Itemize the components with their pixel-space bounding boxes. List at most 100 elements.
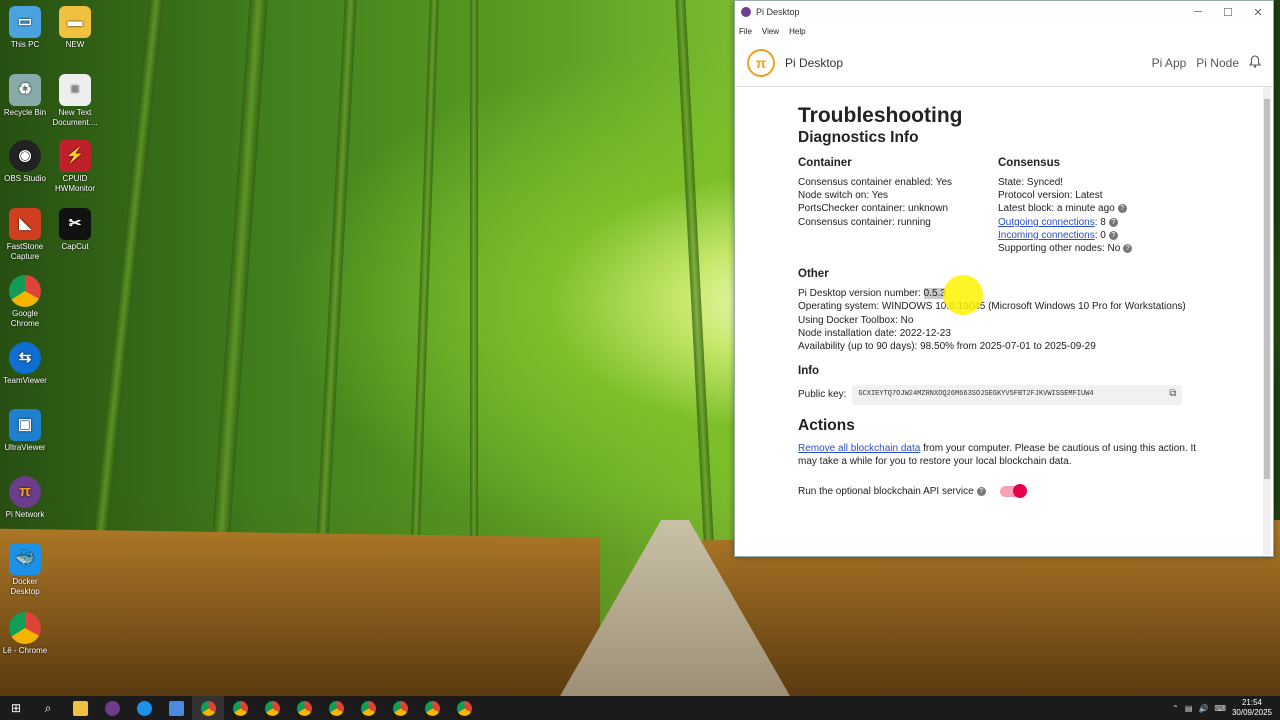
desktop-icon-teamviewer[interactable]: ⇆ TeamViewer (0, 342, 52, 386)
clock-date: 30/09/2025 (1231, 708, 1272, 717)
info-section: Info Public key: GCXIEYTQ7OJW24MZRNXOQ26… (798, 365, 1198, 405)
desktop-icon-this-pc[interactable]: ▭ This PC (0, 6, 52, 50)
obs-icon: ◉ (9, 140, 41, 172)
taskbar-pi-network-icon[interactable] (96, 696, 128, 720)
public-key-field[interactable]: GCXIEYTQ7OJW24MZRNXOQ26M663SOJSEGKYV5FBT… (852, 384, 1183, 405)
nav-pi-app[interactable]: Pi App (1152, 56, 1187, 70)
remove-blockchain-data-link[interactable]: Remove all blockchain data (798, 443, 920, 454)
help-icon[interactable]: ? (1108, 230, 1118, 240)
api-service-toggle[interactable] (1000, 483, 1028, 498)
tray-chevron-up-icon[interactable]: ⌃ (1172, 704, 1179, 713)
hwmonitor-icon: ⚡ (59, 140, 91, 172)
incoming-connections-link[interactable]: Incoming connections (998, 230, 1095, 241)
incoming-row: Incoming connections: 0? (998, 229, 1198, 242)
help-icon[interactable]: ? (1123, 244, 1133, 254)
help-icon[interactable]: ? (1108, 217, 1118, 227)
desktop-icon-le-chrome[interactable]: Lê - Chrome (0, 612, 52, 656)
windows-start-icon[interactable]: ⊞ (0, 696, 32, 720)
pi-logo-icon[interactable]: π (747, 48, 775, 77)
bell-icon[interactable] (1248, 54, 1262, 71)
outgoing-connections-link[interactable]: Outgoing connections (998, 217, 1095, 228)
toggle-knob (1013, 483, 1028, 498)
window-titlebar[interactable]: Pi Desktop ─ ☐ ✕ (735, 1, 1273, 23)
taskbar-app-icon[interactable] (160, 696, 192, 720)
container-line: Consensus container: running (798, 216, 931, 228)
public-key-value: GCXIEYTQ7OJW24MZRNXOQ26M663SOJSEGKYV5FBT… (858, 390, 1094, 399)
page-title: Troubleshooting (798, 104, 963, 127)
faststone-icon: ◣ (9, 208, 41, 240)
menu-file[interactable]: File (739, 27, 752, 36)
container-line: Consensus container enabled: Yes (798, 176, 953, 188)
taskbar-chrome-icon[interactable] (224, 696, 256, 720)
actions-heading: Actions (798, 416, 855, 434)
text-file-icon: ≡ (59, 74, 91, 106)
consensus-heading: Consensus (998, 156, 1060, 169)
container-line: PortsChecker container: unknown (798, 203, 949, 215)
close-button[interactable]: ✕ (1243, 6, 1273, 19)
supporting-row: Supporting other nodes: No? (998, 242, 1198, 255)
os-line: Operating system: WINDOWS 10.0.19045 (Mi… (798, 301, 1186, 313)
search-icon[interactable]: ⌕ (32, 696, 64, 720)
remove-data-text: Remove all blockchain data from your com… (798, 443, 1196, 468)
desktop-icon-ultraviewer[interactable]: ▣ UltraViewer (0, 409, 52, 453)
tray-keyboard-icon[interactable]: ⌨ (1214, 704, 1226, 713)
diagnostics-heading: Diagnostics Info (798, 129, 919, 147)
vertical-scrollbar[interactable] (1263, 87, 1271, 555)
desktop-icon-google-chrome[interactable]: Google Chrome (0, 275, 52, 329)
taskbar-clock[interactable]: 21:54 30/09/2025 (1232, 698, 1272, 718)
scrollbar-thumb[interactable] (1264, 99, 1270, 479)
pi-desktop-window: Pi Desktop ─ ☐ ✕ File View Help π Pi Des… (734, 0, 1274, 557)
nav-pi-node[interactable]: Pi Node (1196, 56, 1239, 70)
taskbar-chrome-icon[interactable] (256, 696, 288, 720)
desktop-icon-text-document[interactable]: ≡ New Text Document.... (48, 74, 102, 128)
menu-help[interactable]: Help (789, 27, 805, 36)
help-icon[interactable]: ? (1117, 204, 1127, 214)
copy-icon[interactable]: ⧉ (1169, 388, 1176, 401)
taskbar-file-explorer-icon[interactable] (64, 696, 96, 720)
availability-line: Availability (up to 90 days): 98.50% fro… (798, 341, 1096, 353)
latest-block-row: Latest block: a minute ago? (998, 202, 1198, 215)
help-icon[interactable]: ? (976, 486, 986, 496)
taskbar-docker-icon[interactable] (128, 696, 160, 720)
info-heading: Info (798, 365, 820, 378)
docker-toolbox-line: Using Docker Toolbox: No (798, 314, 914, 326)
actions-section: Actions Remove all blockchain data from … (798, 416, 1198, 498)
ultraviewer-icon: ▣ (9, 409, 41, 441)
minimize-button[interactable]: ─ (1183, 6, 1213, 19)
chrome-icon (9, 275, 41, 307)
tray-volume-icon[interactable]: 🔊 (1198, 704, 1208, 713)
desktop-icon-new-folder[interactable]: ▬ NEW (48, 6, 102, 50)
container-line: Node switch on: Yes (798, 190, 889, 202)
taskbar-chrome-icon[interactable] (192, 696, 224, 720)
brand-name: Pi Desktop (785, 55, 844, 70)
maximize-button[interactable]: ☐ (1213, 6, 1243, 19)
desktop-icon-obs[interactable]: ◉ OBS Studio (0, 140, 52, 184)
tray-network-icon[interactable]: ▤ (1185, 704, 1193, 713)
consensus-state: State: Synced! (998, 176, 1064, 188)
install-date-line: Node installation date: 2022-12-23 (798, 327, 951, 339)
consensus-section: Consensus State: Synced! Protocol versio… (998, 157, 1198, 256)
troubleshooting-content: Troubleshooting Diagnostics Info Contain… (798, 104, 1198, 498)
system-tray: ⌃ ▤ 🔊 ⌨ 21:54 30/09/2025 (1172, 698, 1280, 718)
cursor-highlight (943, 275, 983, 315)
api-service-label: Run the optional blockchain API service (798, 485, 974, 497)
capcut-icon: ✂ (59, 208, 91, 240)
desktop-icon-recycle-bin[interactable]: ♻ Recycle Bin (0, 74, 52, 118)
taskbar-chrome-icon[interactable] (352, 696, 384, 720)
desktop-icon-pi-network[interactable]: π Pi Network (0, 476, 52, 520)
desktop-icon-docker[interactable]: 🐳 Docker Desktop (0, 543, 52, 597)
menu-view[interactable]: View (762, 27, 779, 36)
desktop-icon-faststone[interactable]: ◣ FastStone Capture (0, 208, 52, 262)
taskbar-chrome-icon[interactable] (384, 696, 416, 720)
public-key-label: Public key: (798, 389, 847, 401)
taskbar-chrome-icon[interactable] (288, 696, 320, 720)
pi-network-icon: π (9, 476, 41, 508)
clock-time: 21:54 (1241, 698, 1262, 707)
taskbar-chrome-icon[interactable] (448, 696, 480, 720)
taskbar-chrome-icon[interactable] (320, 696, 352, 720)
taskbar-chrome-icon[interactable] (416, 696, 448, 720)
desktop-icon-capcut[interactable]: ✂ CapCut (48, 208, 102, 252)
pi-app-icon (741, 7, 751, 17)
teamviewer-icon: ⇆ (9, 342, 41, 374)
desktop-icon-hwmonitor[interactable]: ⚡ CPUID HWMonitor (48, 140, 102, 194)
